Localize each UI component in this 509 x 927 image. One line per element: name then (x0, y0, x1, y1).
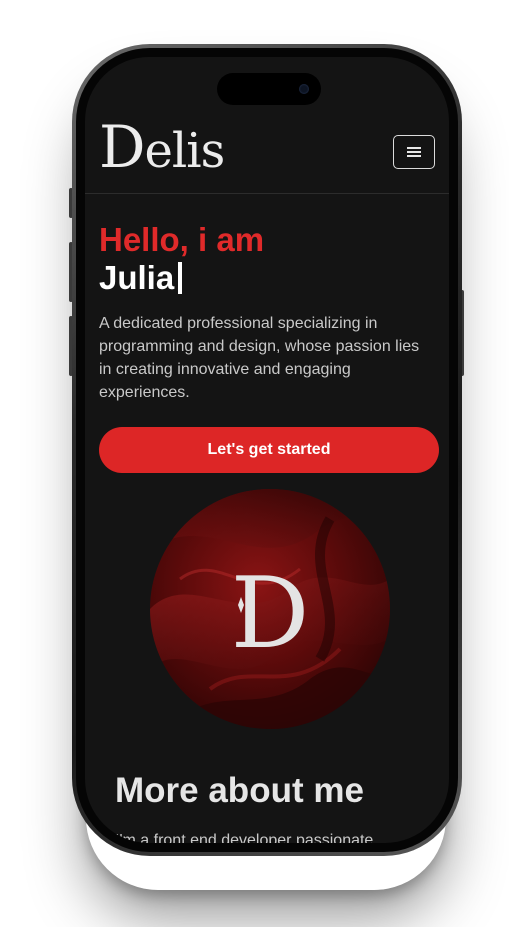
about-intro: I'm a front end developer passionate (115, 832, 374, 843)
avatar-monogram: D (231, 557, 310, 671)
hamburger-icon (407, 147, 421, 157)
phone-frame: Delis Hello, i am Julia A dedicated prof… (72, 44, 462, 856)
site-header: Delis (85, 115, 449, 194)
phone-bezel: Delis Hello, i am Julia A dedicated prof… (76, 48, 458, 852)
menu-button[interactable] (393, 135, 435, 169)
get-started-button[interactable]: Let's get started (99, 427, 439, 473)
hero-name-line: Julia (99, 259, 183, 297)
avatar: D (150, 489, 390, 729)
logo-letter: D (99, 113, 146, 181)
about-title: More about me (115, 771, 364, 810)
avatar-image: D (150, 489, 390, 729)
brand-logo[interactable]: Delis (99, 118, 226, 179)
mockup-stage: Delis Hello, i am Julia A dedicated prof… (0, 0, 509, 927)
logo-rest: elis (144, 123, 226, 179)
dynamic-island (217, 73, 321, 105)
hero-greeting: Hello, i am (99, 221, 265, 258)
camera-icon (299, 84, 309, 94)
hero-description: A dedicated professional specializing in… (99, 315, 420, 401)
phone-screen: Delis Hello, i am Julia A dedicated prof… (85, 57, 449, 843)
text-caret-icon (178, 262, 183, 294)
hero-name: Julia (99, 259, 175, 296)
